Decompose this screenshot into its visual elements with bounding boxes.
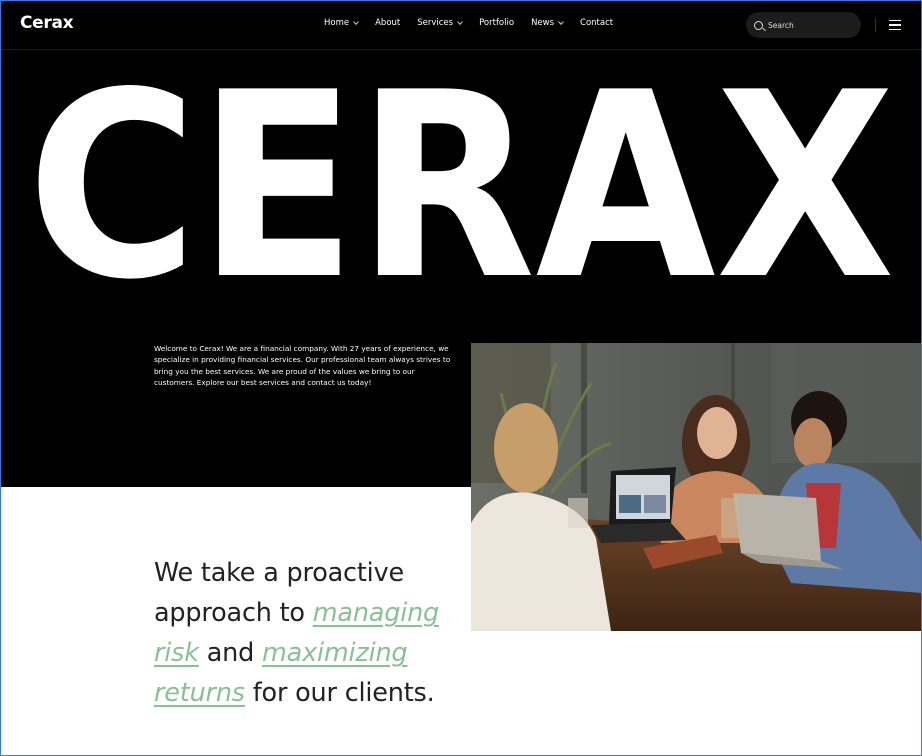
team-photo [471,343,922,631]
tagline-text: for our clients. [252,678,435,708]
search-icon [754,20,763,30]
nav-item-label: Contact [580,18,614,28]
hero-title: CERAX [0,38,922,336]
nav-item-contact[interactable]: Contact [580,18,613,28]
nav-item-label: Home [324,18,350,28]
main-nav: Home About Services Portfolio News Conta… [324,18,630,28]
search-input[interactable] [768,20,858,30]
chevron-down-icon [457,18,463,25]
nav-item-home[interactable]: Home [324,18,359,28]
nav-item-label: News [531,18,555,28]
header-divider [875,18,876,32]
nav-item-label: About [375,18,401,28]
nav-item-about[interactable]: About [375,18,400,28]
site-logo[interactable]: Cerax [20,13,74,33]
nav-item-services[interactable]: Services [417,18,463,28]
intro-text: Welcome to Cerax! We are a financial com… [154,344,451,388]
hero-word: CERAX [27,80,895,280]
nav-item-label: Portfolio [479,18,515,28]
site-header: Cerax Home About Services Portfolio News… [0,0,922,50]
chevron-down-icon [353,18,359,25]
tagline-text: and [206,638,255,668]
nav-item-label: Services [417,18,454,28]
search-box[interactable] [746,12,861,38]
chevron-down-icon [558,18,564,25]
nav-item-portfolio[interactable]: Portfolio [479,18,514,28]
tagline-heading: We take a proactive approach to managing… [154,553,474,713]
hamburger-menu-icon[interactable] [889,20,901,30]
nav-item-news[interactable]: News [531,18,564,28]
